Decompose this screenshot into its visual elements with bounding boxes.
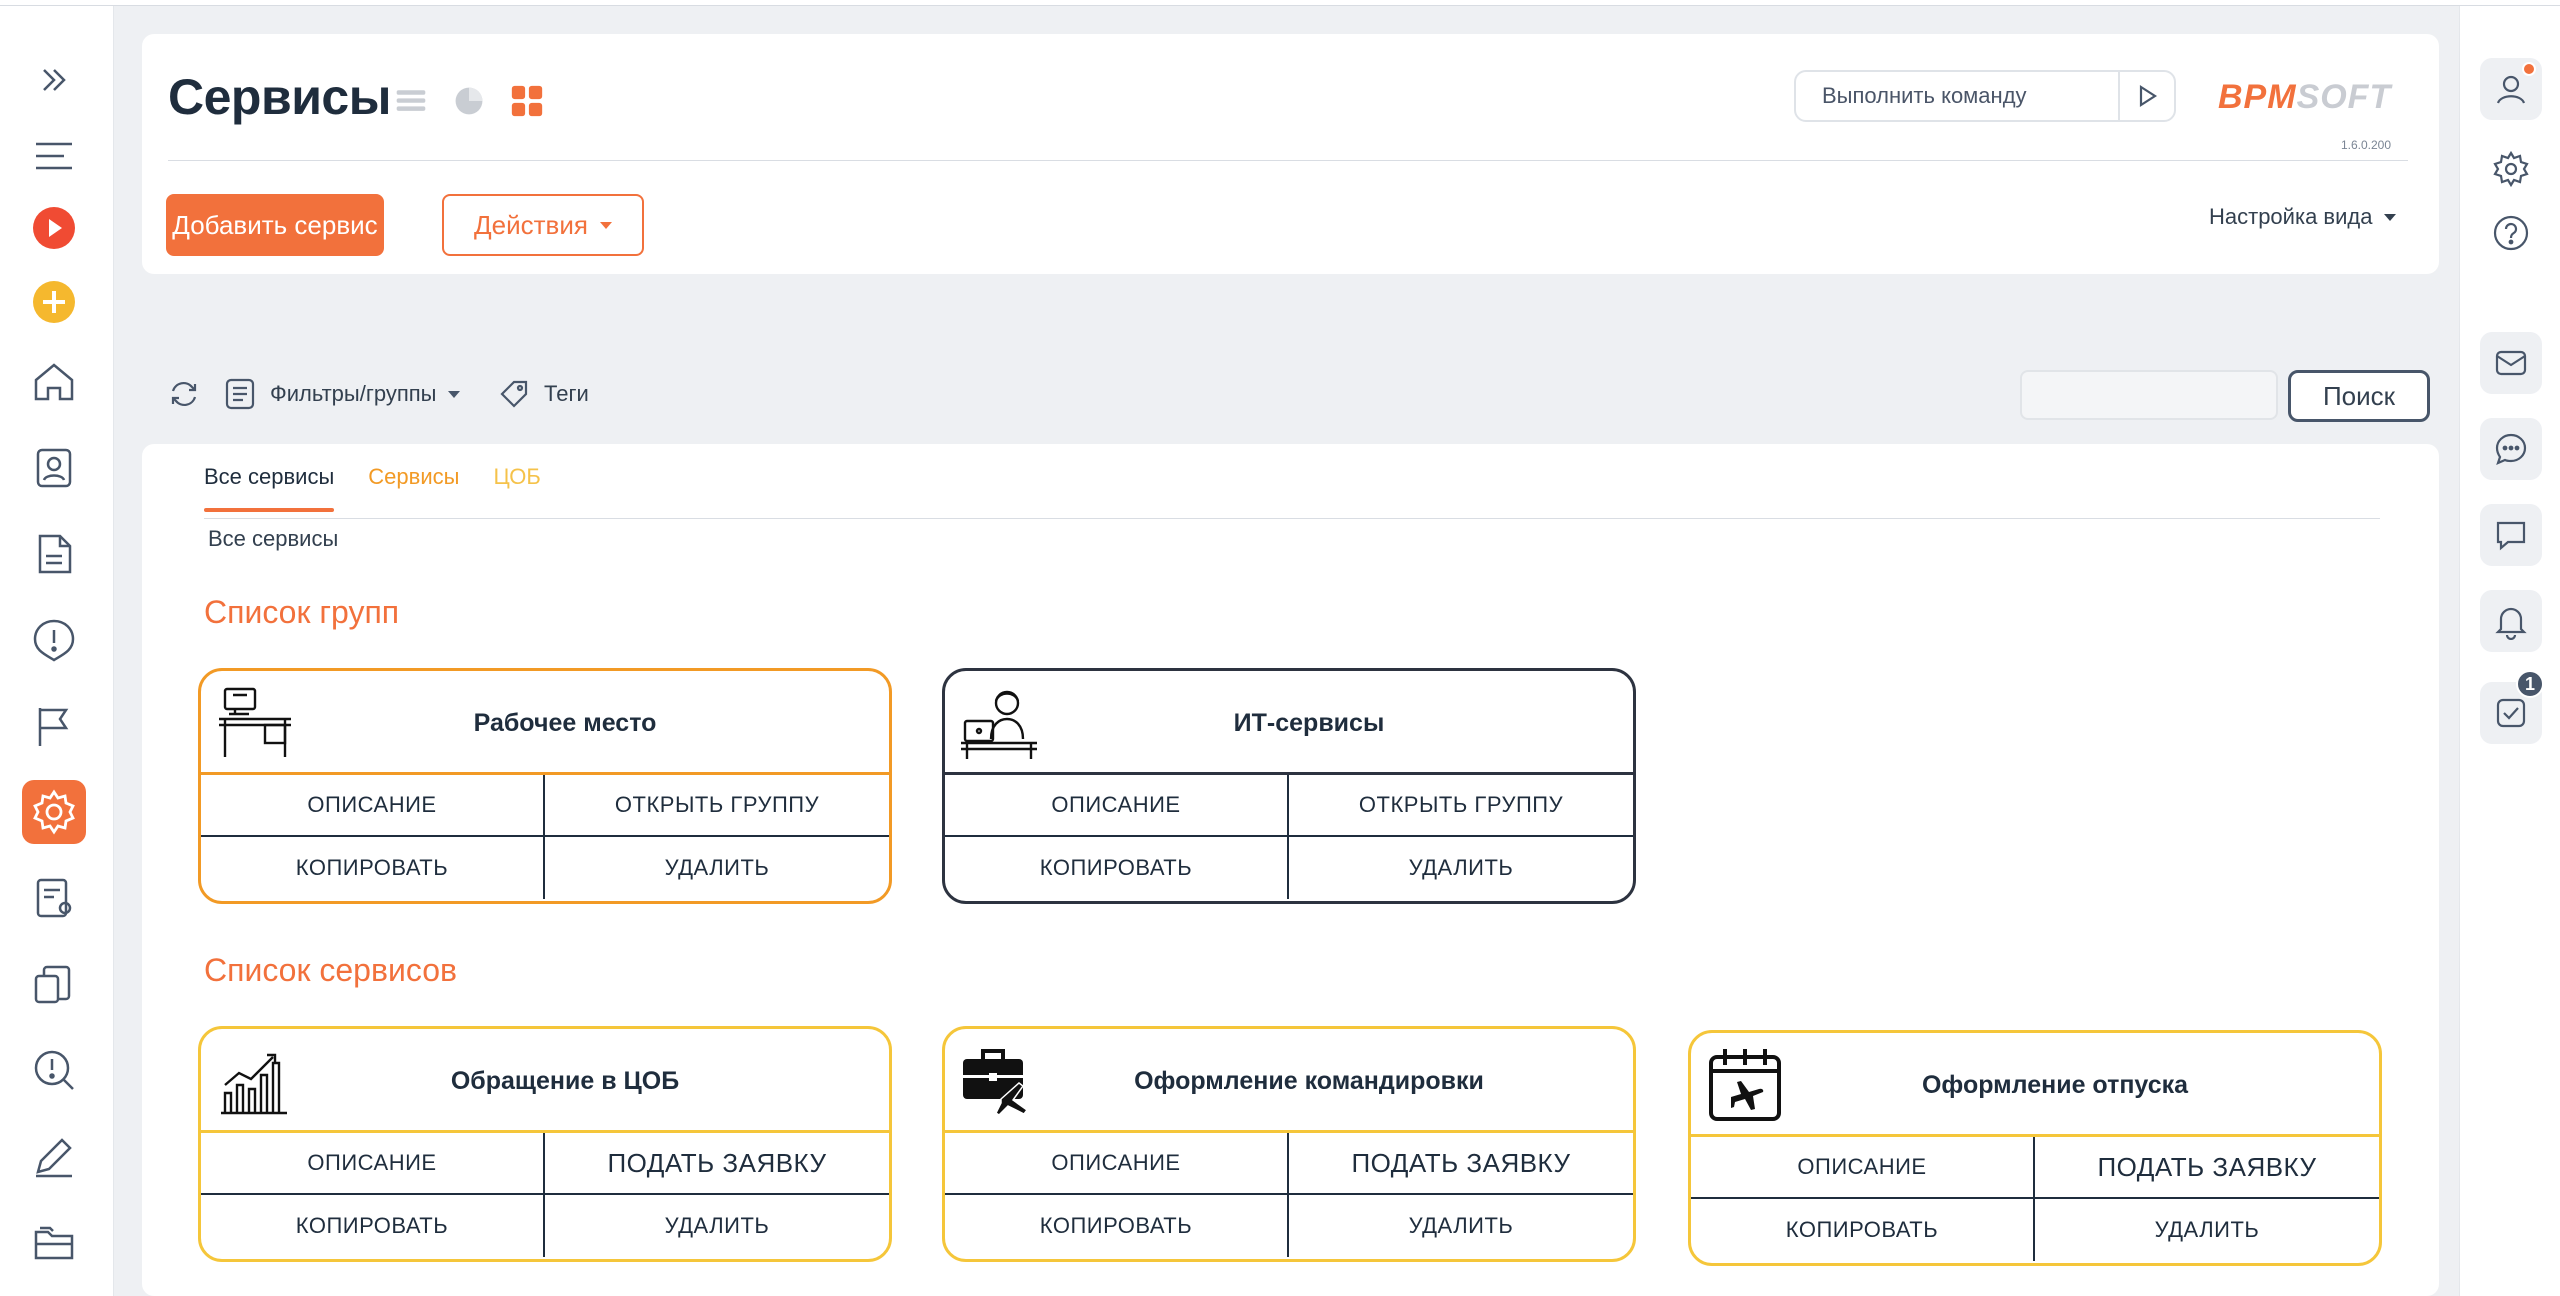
group-title: Рабочее место: [473, 709, 657, 737]
tag-icon: [500, 380, 528, 408]
tags-label: Теги: [544, 381, 589, 406]
home-icon[interactable]: [22, 350, 86, 414]
profile-avatar-icon[interactable]: [2480, 58, 2542, 120]
search-button[interactable]: Поиск: [2288, 370, 2430, 422]
description-button[interactable]: ОПИСАНИЕ: [1691, 1137, 2035, 1199]
version-label: 1.6.0.200: [2340, 138, 2391, 152]
chevron-down-icon: [2384, 213, 2397, 221]
group-card: ИТ-сервисы ОПИСАНИЕ ОТКРЫТЬ ГРУППУ КОПИР…: [942, 668, 1636, 904]
group-title: ИТ-сервисы: [1233, 709, 1385, 737]
contacts-icon[interactable]: [22, 436, 86, 500]
group-card: Рабочее место ОПИСАНИЕ ОТКРЫТЬ ГРУППУ КО…: [198, 668, 892, 904]
problems-search-icon[interactable]: [22, 1038, 86, 1102]
copy-button[interactable]: КОПИРОВАТЬ: [201, 1195, 545, 1257]
filters-groups-button[interactable]: Фильтры/группы: [222, 376, 461, 412]
brand-logo: BPMSOFT: [2218, 78, 2391, 117]
help-icon[interactable]: [2480, 202, 2542, 264]
copy-button[interactable]: КОПИРОВАТЬ: [1691, 1199, 2035, 1261]
service-card: Оформление командировки ОПИСАНИЕ ПОДАТЬ …: [942, 1026, 1636, 1262]
delete-button[interactable]: УДАЛИТЬ: [1289, 837, 1633, 899]
command-input[interactable]: Выполнить команду: [1796, 83, 2118, 109]
left-sidebar: [0, 6, 114, 1296]
incidents-icon[interactable]: [22, 608, 86, 672]
services-section-title: Список сервисов: [204, 952, 457, 988]
submit-request-button[interactable]: ПОДАТЬ ЗАЯВКУ: [1289, 1133, 1633, 1195]
settings-gear-icon[interactable]: [22, 780, 86, 844]
tags-button[interactable]: Теги: [496, 376, 589, 412]
email-icon[interactable]: [2480, 332, 2542, 394]
service-title: Оформление отпуска: [1921, 1071, 2189, 1099]
view-settings-button[interactable]: Настройка вида: [2209, 204, 2397, 230]
actions-button[interactable]: Действия: [442, 194, 644, 256]
search-input[interactable]: [2020, 370, 2278, 420]
configuration-icon[interactable]: [22, 866, 86, 930]
notifications-bell-icon[interactable]: [2480, 590, 2542, 652]
window-top-edge: [0, 0, 2560, 6]
service-title: Обращение в ЦОБ: [450, 1067, 680, 1095]
submit-request-button[interactable]: ПОДАТЬ ЗАЯВКУ: [545, 1133, 889, 1195]
expand-sidebar-icon[interactable]: [22, 48, 86, 112]
flag-icon[interactable]: [22, 694, 86, 758]
delete-button[interactable]: УДАЛИТЬ: [545, 837, 889, 899]
add-service-button[interactable]: Добавить сервис: [166, 194, 384, 256]
tab-all-services[interactable]: Все сервисы: [204, 464, 335, 512]
submit-request-button[interactable]: ПОДАТЬ ЗАЯВКУ: [2035, 1137, 2379, 1199]
delete-button[interactable]: УДАЛИТЬ: [2035, 1199, 2379, 1261]
tasks-checkbox-icon[interactable]: 1: [2480, 670, 2544, 744]
run-command-icon[interactable]: [2118, 72, 2174, 120]
delete-button[interactable]: УДАЛИТЬ: [545, 1195, 889, 1257]
command-line[interactable]: Выполнить команду: [1794, 70, 2176, 122]
header-divider: [168, 160, 2408, 161]
tabs-divider: [204, 518, 2380, 519]
feed-message-icon[interactable]: [2480, 504, 2542, 566]
description-button[interactable]: ОПИСАНИЕ: [945, 775, 1289, 837]
documents-icon[interactable]: [22, 522, 86, 586]
page-header: Сервисы Выполнить команду BPMSOFT 1.6.0.…: [142, 34, 2439, 274]
tile-view-icon[interactable]: [508, 82, 546, 120]
actions-button-label: Действия: [474, 209, 588, 240]
groups-section-title: Список групп: [204, 594, 400, 630]
chat-icon[interactable]: [2480, 418, 2542, 480]
menu-icon[interactable]: [22, 124, 86, 188]
filter-list-icon: [225, 378, 255, 410]
services-content: Все сервисы Сервисы ЦОБ Все сервисы Спис…: [142, 444, 2439, 1296]
edit-pencil-icon[interactable]: [22, 1124, 86, 1188]
copy-button[interactable]: КОПИРОВАТЬ: [945, 837, 1289, 899]
brand-logo-part2: SOFT: [2296, 78, 2392, 116]
add-quick-icon[interactable]: [22, 270, 86, 334]
copy-button[interactable]: КОПИРОВАТЬ: [201, 837, 545, 899]
description-button[interactable]: ОПИСАНИЕ: [201, 1133, 545, 1195]
open-group-button[interactable]: ОТКРЫТЬ ГРУППУ: [1289, 775, 1633, 837]
chevron-down-icon: [448, 390, 461, 398]
view-settings-label: Настройка вида: [2209, 204, 2373, 229]
copy-button[interactable]: КОПИРОВАТЬ: [945, 1195, 1289, 1257]
refresh-icon[interactable]: [166, 376, 202, 412]
list-view-icon[interactable]: [392, 82, 430, 120]
delete-button[interactable]: УДАЛИТЬ: [1289, 1195, 1633, 1257]
service-tabs: Все сервисы Сервисы ЦОБ: [204, 464, 541, 512]
analytics-view-icon[interactable]: [450, 82, 488, 120]
catalog-icon[interactable]: [22, 952, 86, 1016]
chevron-down-icon: [599, 221, 612, 229]
profile-status-dot: [2522, 62, 2536, 76]
service-card: Обращение в ЦОБ ОПИСАНИЕ ПОДАТЬ ЗАЯВКУ К…: [198, 1026, 892, 1262]
tab-services[interactable]: Сервисы: [368, 464, 459, 512]
view-switcher: [392, 82, 546, 120]
filters-groups-label: Фильтры/группы: [270, 381, 437, 406]
tab-cob[interactable]: ЦОБ: [493, 464, 540, 512]
service-card: Оформление отпуска ОПИСАНИЕ ПОДАТЬ ЗАЯВК…: [1688, 1030, 2382, 1266]
filter-bar: Фильтры/группы Теги Поиск: [142, 368, 2439, 422]
open-group-button[interactable]: ОТКРЫТЬ ГРУППУ: [545, 775, 889, 837]
description-button[interactable]: ОПИСАНИЕ: [945, 1133, 1289, 1195]
folders-icon[interactable]: [22, 1210, 86, 1274]
brand-logo-part1: BPM: [2218, 78, 2297, 116]
process-play-icon[interactable]: [22, 196, 86, 260]
service-title: Оформление командировки: [1134, 1067, 1484, 1095]
description-button[interactable]: ОПИСАНИЕ: [201, 775, 545, 837]
page-title: Сервисы: [168, 69, 391, 125]
right-sidebar: 1: [2459, 6, 2560, 1296]
tasks-count-badge: 1: [2516, 670, 2544, 698]
breadcrumb: Все сервисы: [208, 526, 339, 551]
system-settings-icon[interactable]: [2480, 138, 2542, 200]
